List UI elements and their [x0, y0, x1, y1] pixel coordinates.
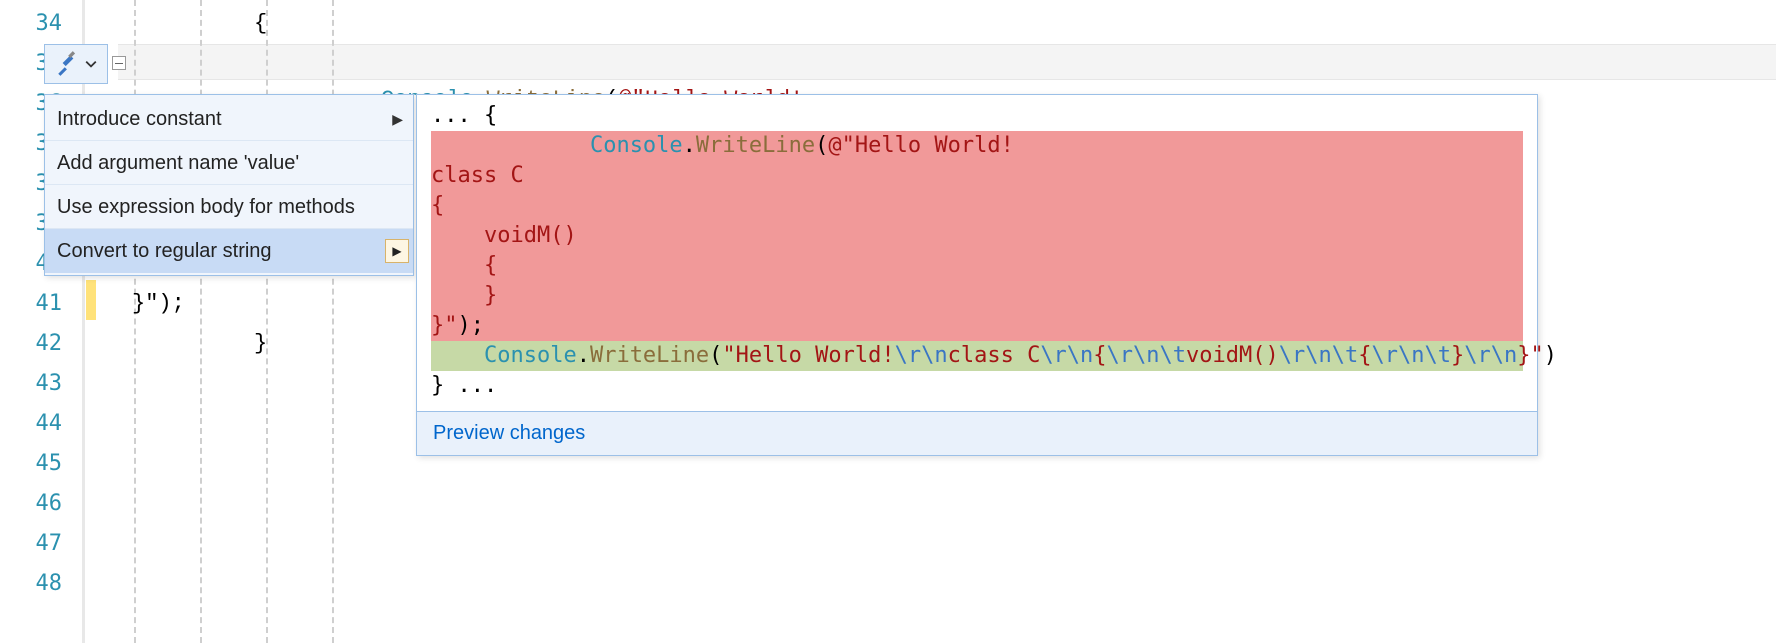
- menu-item-use-expression-body[interactable]: Use expression body for methods: [45, 185, 413, 229]
- line-number: 44: [0, 406, 62, 442]
- submenu-arrow-icon: ▶: [392, 97, 403, 141]
- line-number: 42: [0, 326, 62, 362]
- diff-removed-line: voidM(): [431, 221, 1523, 251]
- menu-item-introduce-constant[interactable]: Introduce constant ▶: [45, 97, 413, 141]
- diff-context-line: ...: [431, 103, 471, 128]
- diff-context-line: {: [484, 103, 497, 128]
- code-line: Console.WriteLine(@"Hello World!: [328, 46, 803, 82]
- preview-diff: ... { Console.WriteLine(@"Hello World! c…: [417, 95, 1537, 411]
- line-number: 48: [0, 566, 62, 602]
- diff-removed-line: }: [431, 281, 1523, 311]
- line-number: 34: [0, 6, 62, 42]
- change-marker: [86, 280, 96, 320]
- preview-panel: ... { Console.WriteLine(@"Hello World! c…: [416, 94, 1538, 456]
- submenu-arrow-icon: ▶: [385, 239, 409, 263]
- line-number: 43: [0, 366, 62, 402]
- code-line: {: [254, 6, 267, 42]
- diff-removed-line: {: [431, 251, 1523, 281]
- quick-actions-button[interactable]: [44, 44, 108, 84]
- preview-changes-link[interactable]: Preview changes: [433, 422, 585, 444]
- diff-removed-line: {: [431, 191, 1523, 221]
- quick-actions-menu: Introduce constant ▶ Add argument name '…: [44, 94, 414, 276]
- line-number: 41: [0, 286, 62, 322]
- preview-footer: Preview changes: [417, 411, 1537, 455]
- diff-removed-line: class C: [431, 161, 1523, 191]
- menu-item-label: Introduce constant: [57, 108, 222, 130]
- menu-item-label: Convert to regular string: [57, 240, 272, 262]
- diff-context-line: }: [431, 373, 444, 398]
- diff-removed-line: Console.WriteLine(@"Hello World!: [431, 131, 1523, 161]
- code-line: }: [254, 326, 267, 362]
- line-number: 46: [0, 486, 62, 522]
- menu-item-label: Use expression body for methods: [57, 196, 355, 218]
- diff-context-line: ...: [458, 373, 498, 398]
- line-number: 45: [0, 446, 62, 482]
- menu-item-convert-to-regular-string[interactable]: Convert to regular string ▶: [45, 229, 413, 273]
- line-number: 47: [0, 526, 62, 562]
- menu-item-add-argument-name[interactable]: Add argument name 'value': [45, 141, 413, 185]
- diff-removed-line: }");: [431, 311, 1523, 341]
- chevron-down-icon: [85, 58, 97, 70]
- code-line: }");: [132, 286, 185, 322]
- screwdriver-icon: [55, 51, 81, 77]
- diff-added-line: Console.WriteLine("Hello World!\r\nclass…: [431, 341, 1523, 371]
- menu-item-label: Add argument name 'value': [57, 152, 299, 174]
